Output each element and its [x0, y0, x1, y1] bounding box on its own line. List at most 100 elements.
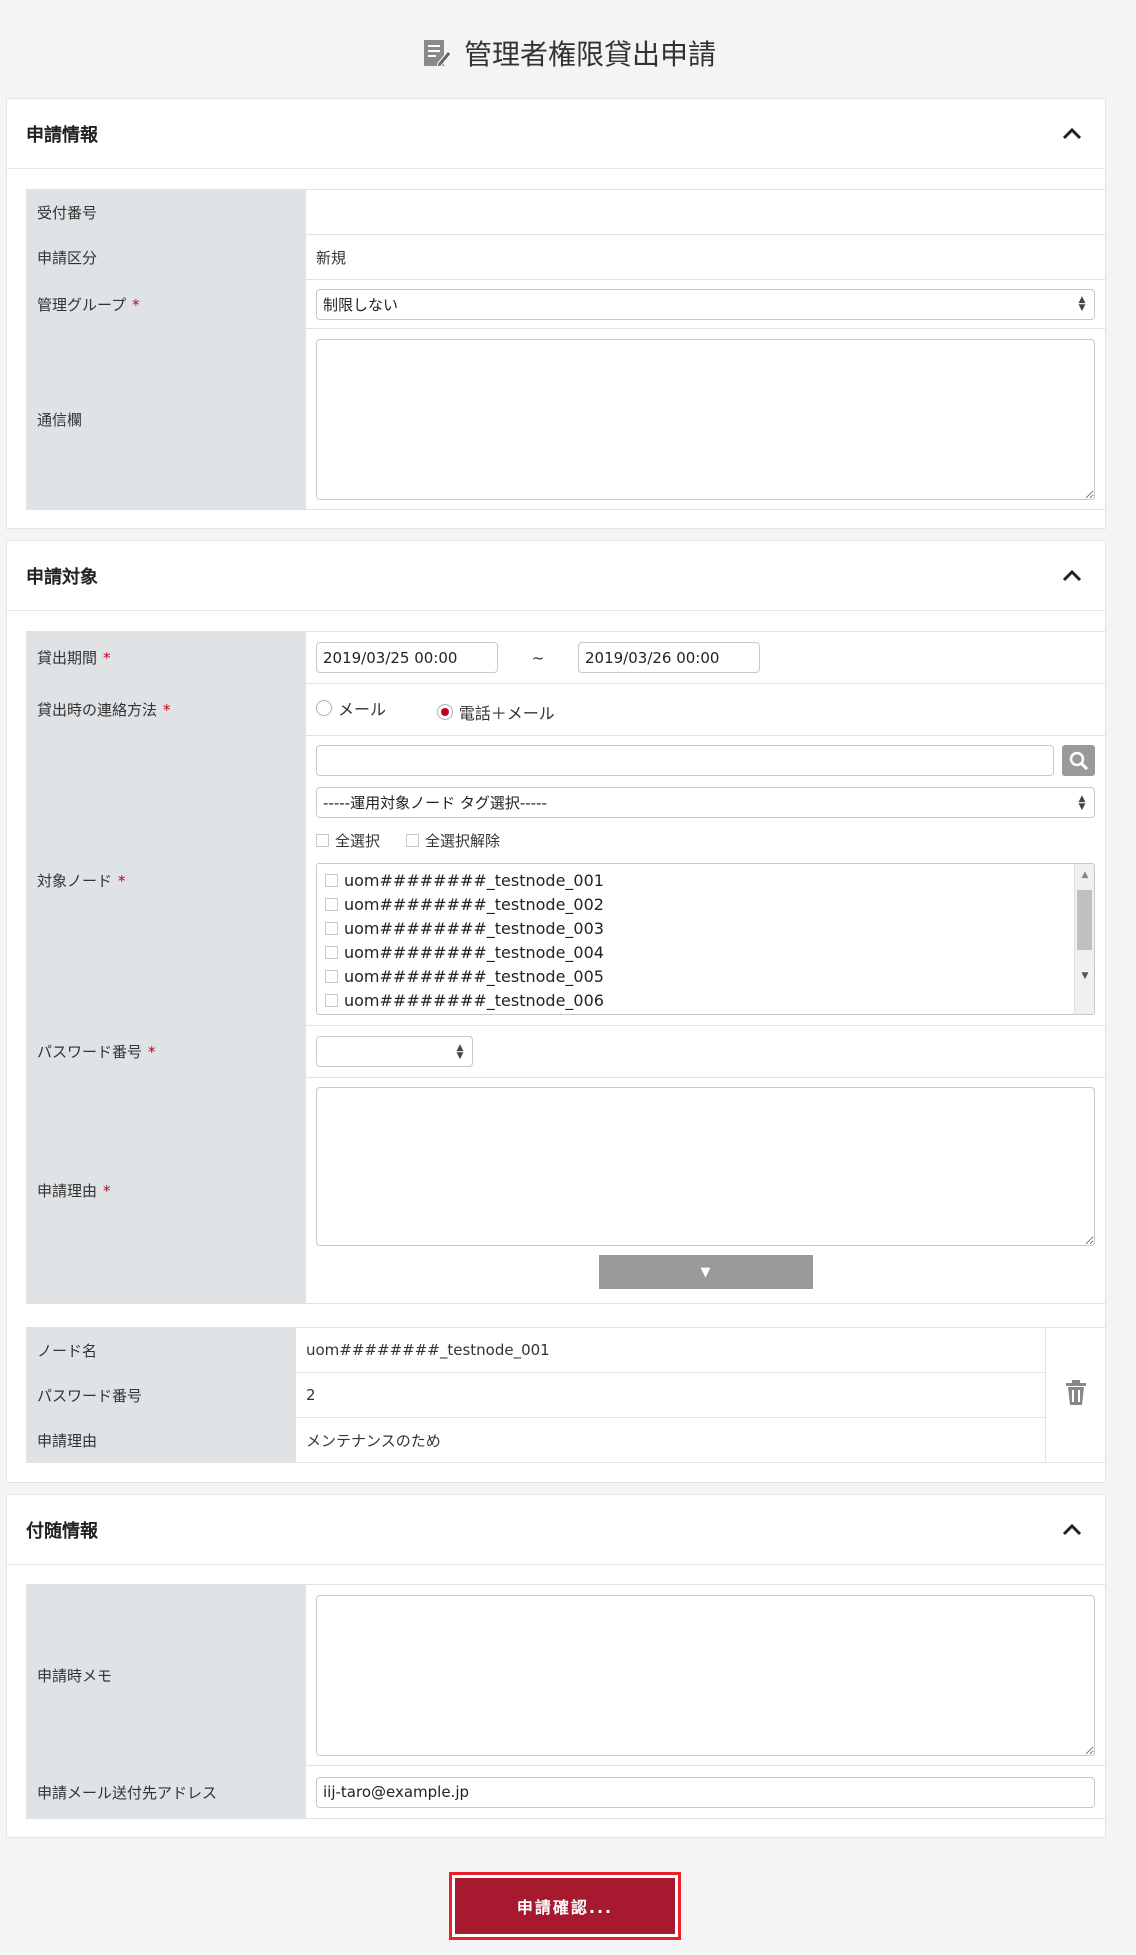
node-checkbox[interactable]	[325, 993, 338, 1007]
period-separator: ~	[531, 648, 545, 667]
chevron-up-icon[interactable]	[1059, 121, 1085, 147]
section-application-info: 申請情報 受付番号 申請区分 新規 管理グループ * 制限しない ▲ ▼ 通信欄	[6, 98, 1106, 529]
required-mark: *	[118, 872, 126, 890]
label-pw-no-text: パスワード番号	[37, 1043, 143, 1061]
select-arrows-icon: ▲ ▼	[1078, 793, 1086, 812]
label-contact: 貸出時の連絡方法 *	[26, 683, 306, 736]
select-all-label[interactable]: 全選択	[335, 830, 380, 851]
radio-circle-selected[interactable]	[436, 703, 453, 720]
entry-table: ノード名 uom########_testnode_001 パスワード番号 2 …	[26, 1327, 1106, 1463]
label-period: 貸出期間 *	[26, 631, 306, 684]
label-pw-no: パスワード番号 *	[26, 1025, 306, 1078]
label-group: 管理グループ *	[26, 279, 306, 329]
required-mark: *	[132, 295, 140, 314]
node-list-item[interactable]: uom########_testnode_001	[317, 868, 1094, 892]
add-entry-button[interactable]: ▼	[598, 1255, 813, 1289]
select-all-row: 全選択 全選択解除	[316, 830, 1095, 851]
select-arrows-icon: ▲ ▼	[456, 1042, 464, 1061]
node-checkbox[interactable]	[325, 945, 338, 959]
comm-textarea[interactable]	[316, 338, 1095, 500]
label-memo: 申請時メモ	[26, 1584, 306, 1766]
memo-textarea[interactable]	[316, 1594, 1095, 1756]
period-to-input[interactable]: 2019/03/26 00:00	[578, 642, 760, 673]
required-mark: *	[103, 1182, 111, 1200]
required-mark: *	[163, 701, 171, 719]
scroll-down-icon[interactable]: ▼	[1075, 967, 1094, 985]
category-value: 新規	[305, 234, 1106, 280]
group-select-value: 制限しない	[323, 295, 399, 314]
node-checkbox[interactable]	[325, 897, 338, 911]
page-header: 管理者権限貸出申請	[0, 30, 1136, 76]
node-list-item[interactable]: uom########_testnode_003	[317, 916, 1094, 940]
entry-node-value: uom########_testnode_001	[295, 1327, 1046, 1373]
receipt-no-value	[305, 189, 1106, 235]
label-group-text: 管理グループ	[37, 295, 127, 314]
node-checkbox[interactable]	[325, 873, 338, 887]
node-list-item[interactable]: uom########_testnode_002	[317, 892, 1094, 916]
document-edit-icon	[423, 40, 452, 68]
radio-phone-mail-label: 電話＋メール	[458, 703, 555, 723]
radio-circle[interactable]	[316, 699, 332, 716]
label-comm: 通信欄	[26, 328, 306, 510]
listbox-scrollbar[interactable]: ▲ ▼	[1074, 864, 1094, 1014]
target-table: 貸出期間 * 2019/03/25 00:00 ~ 2019/03/26 00:0…	[26, 631, 1106, 1304]
deselect-all-label[interactable]: 全選択解除	[425, 830, 500, 851]
node-checkbox[interactable]	[325, 921, 338, 935]
radio-mail[interactable]: メール	[316, 696, 386, 720]
label-contact-text: 貸出時の連絡方法	[37, 701, 158, 719]
tag-select[interactable]: -----運用対象ノード タグ選択----- ▲ ▼	[316, 787, 1095, 818]
required-mark: *	[103, 649, 111, 667]
mail-input[interactable]: iij-taro@example.jp	[316, 1776, 1095, 1808]
entry-label-reason: 申請理由	[26, 1417, 296, 1463]
trash-icon[interactable]	[1064, 1379, 1088, 1407]
chevron-up-icon[interactable]	[1059, 563, 1085, 589]
chevron-up-icon[interactable]	[1059, 1517, 1085, 1543]
section-header[interactable]: 申請情報	[7, 99, 1105, 169]
node-name: uom########_testnode_001	[344, 870, 604, 890]
section-title: 付随情報	[26, 1520, 98, 1542]
group-select[interactable]: 制限しない ▲ ▼	[316, 288, 1095, 320]
scroll-up-icon[interactable]: ▲	[1075, 866, 1094, 884]
node-listbox[interactable]: uom########_testnode_001 uom########_test…	[316, 863, 1095, 1015]
search-button[interactable]	[1062, 745, 1095, 776]
select-all-checkbox[interactable]	[316, 834, 329, 847]
required-mark: *	[148, 1043, 156, 1061]
node-list: uom########_testnode_001 uom########_test…	[317, 864, 1094, 1012]
entry-reason-value: メンテナンスのため	[295, 1417, 1046, 1463]
info-table: 受付番号 申請区分 新規 管理グループ * 制限しない ▲ ▼ 通信欄	[26, 189, 1106, 510]
label-nodes: 対象ノード *	[26, 735, 306, 1026]
section-additional-info: 付随情報 申請時メモ 申請メール送付先アドレス iij-taro@example…	[6, 1494, 1106, 1838]
entry-pw-value: 2	[295, 1372, 1046, 1418]
label-receipt-no: 受付番号	[26, 189, 306, 235]
node-name: uom########_testnode_002	[344, 894, 604, 914]
search-icon	[1069, 751, 1088, 770]
scroll-thumb[interactable]	[1077, 890, 1092, 950]
period-from-input[interactable]: 2019/03/25 00:00	[316, 642, 498, 673]
node-list-item[interactable]: uom########_testnode_005	[317, 964, 1094, 988]
node-name: uom########_testnode_003	[344, 918, 604, 938]
pw-no-select[interactable]: ▲ ▼	[316, 1036, 473, 1067]
label-reason: 申請理由 *	[26, 1077, 306, 1304]
reason-textarea[interactable]	[316, 1087, 1095, 1246]
node-list-item[interactable]: uom########_testnode_006	[317, 988, 1094, 1012]
deselect-all-checkbox[interactable]	[406, 834, 420, 847]
submit-confirm-button[interactable]: 申請確認...	[449, 1872, 681, 1940]
tag-select-value: -----運用対象ノード タグ選択-----	[323, 794, 547, 812]
section-title: 申請情報	[26, 124, 98, 146]
label-reason-text: 申請理由	[37, 1182, 98, 1200]
select-arrows-icon: ▲ ▼	[1078, 295, 1086, 313]
extra-table: 申請時メモ 申請メール送付先アドレス iij-taro@example.jp	[26, 1584, 1106, 1819]
node-list-item[interactable]: uom########_testnode_004	[317, 940, 1094, 964]
label-mail: 申請メール送付先アドレス	[26, 1765, 306, 1819]
node-name: uom########_testnode_006	[344, 990, 604, 1010]
node-search-input[interactable]	[316, 745, 1054, 776]
section-header[interactable]: 申請対象	[7, 541, 1105, 611]
section-header[interactable]: 付随情報	[7, 1495, 1105, 1565]
entry-label-node: ノード名	[26, 1327, 296, 1373]
radio-mail-label: メール	[338, 699, 387, 719]
label-category: 申請区分	[26, 234, 306, 280]
node-checkbox[interactable]	[325, 969, 338, 983]
node-name: uom########_testnode_004	[344, 942, 604, 962]
section-title: 申請対象	[26, 566, 98, 588]
radio-phone-mail[interactable]: 電話＋メール	[436, 700, 555, 724]
